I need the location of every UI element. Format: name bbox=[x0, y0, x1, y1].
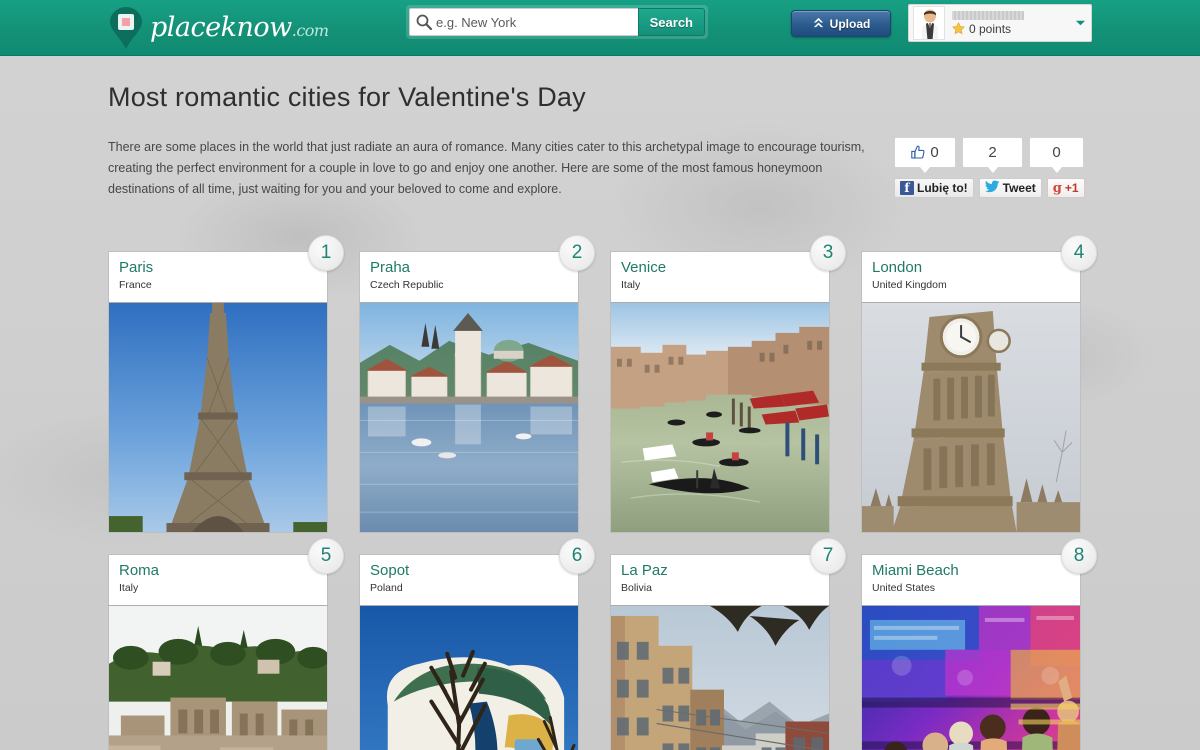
facebook-like-button[interactable]: f Lubię to! bbox=[894, 178, 974, 198]
article-description: There are some places in the world that … bbox=[108, 140, 865, 196]
facebook-like-count: 0 bbox=[930, 144, 939, 161]
card-rank-badge: 1 bbox=[308, 235, 344, 271]
google-plus-icon: g bbox=[1052, 180, 1062, 196]
star-icon bbox=[952, 22, 965, 35]
card-rank-badge: 2 bbox=[559, 235, 595, 271]
city-card[interactable]: 6 Sopot Poland bbox=[359, 538, 595, 750]
card-country-name: Bolivia bbox=[621, 582, 652, 594]
social-button-row: f Lubię to! Tweet g +1 bbox=[894, 178, 1085, 198]
googleplus-count-bubble: 0 bbox=[1029, 137, 1084, 168]
card-rank-badge: 4 bbox=[1061, 235, 1097, 271]
city-card[interactable]: 1 Paris France bbox=[108, 235, 344, 533]
upload-button[interactable]: Upload bbox=[791, 10, 891, 37]
city-card[interactable]: 7 La Paz Bolivia bbox=[610, 538, 846, 750]
googleplus-plusone-label: +1 bbox=[1064, 181, 1079, 195]
card-country-name: Czech Republic bbox=[370, 279, 444, 291]
social-share-widget: 0 2 0 f Lubię to! Tweet g +1 bbox=[894, 137, 1085, 198]
twitter-tweet-label: Tweet bbox=[1002, 181, 1036, 195]
card-country-name: France bbox=[119, 279, 152, 291]
user-menu[interactable]: 0 points bbox=[908, 4, 1092, 42]
card-rank-badge: 3 bbox=[810, 235, 846, 271]
card-city-name: Paris bbox=[119, 259, 154, 276]
card-city-name: Sopot bbox=[370, 562, 410, 579]
card-city-name: Venice bbox=[621, 259, 667, 276]
card-rank-badge: 6 bbox=[559, 538, 595, 574]
chevron-up-double-icon bbox=[812, 16, 825, 32]
twitter-tweet-button[interactable]: Tweet bbox=[978, 178, 1042, 198]
card-header: La Paz Bolivia bbox=[610, 554, 830, 606]
search-bar: Search bbox=[406, 5, 708, 39]
card-city-name: London bbox=[872, 259, 923, 276]
user-points: 0 points bbox=[952, 22, 1073, 36]
search-field-container[interactable] bbox=[409, 8, 638, 36]
intro-row: There are some places in the world that … bbox=[108, 137, 1092, 200]
city-card[interactable]: 3 Venice Italy bbox=[610, 235, 846, 533]
chevron-down-icon[interactable] bbox=[1073, 19, 1087, 27]
site-logo[interactable]: placeknow.com bbox=[104, 0, 329, 56]
city-card[interactable]: 5 Roma Italy bbox=[108, 538, 344, 750]
user-avatar-icon bbox=[913, 6, 945, 40]
user-meta: 0 points bbox=[945, 10, 1073, 36]
page-title: Most romantic cities for Valentine's Day bbox=[108, 82, 586, 112]
card-country-name: Italy bbox=[119, 582, 139, 594]
facebook-thumbs-up-icon bbox=[911, 145, 926, 160]
crooked-house-photo bbox=[359, 606, 579, 750]
facebook-like-label: Lubię to! bbox=[917, 181, 968, 195]
logo-domain-suffix: .com bbox=[291, 21, 329, 40]
card-rank-badge: 8 bbox=[1061, 538, 1097, 574]
site-header: placeknow.com Search Upload bbox=[0, 0, 1200, 56]
card-city-name: Roma bbox=[119, 562, 160, 579]
twitter-tweet-count: 2 bbox=[988, 144, 997, 161]
miami-beach-nightlife-photo bbox=[861, 606, 1081, 750]
username-redacted bbox=[952, 10, 1024, 20]
la-paz-street-photo bbox=[610, 606, 830, 750]
venice-grand-canal-photo bbox=[610, 303, 830, 533]
city-card[interactable]: 8 Miami Beach United States bbox=[861, 538, 1097, 750]
card-header: Roma Italy bbox=[108, 554, 328, 606]
upload-button-label: Upload bbox=[829, 16, 871, 31]
facebook-icon: f bbox=[900, 181, 914, 195]
search-input[interactable] bbox=[436, 10, 638, 34]
card-header: Miami Beach United States bbox=[861, 554, 1081, 606]
eiffel-tower-photo bbox=[108, 303, 328, 533]
card-country-name: United States bbox=[872, 582, 936, 594]
card-header: Venice Italy bbox=[610, 251, 830, 303]
twitter-tweet-count-bubble: 2 bbox=[962, 137, 1023, 168]
card-header: Paris France bbox=[108, 251, 328, 303]
map-pin-icon bbox=[104, 3, 148, 51]
googleplus-count: 0 bbox=[1052, 144, 1061, 161]
facebook-like-count-bubble: 0 bbox=[894, 137, 956, 168]
twitter-bird-icon bbox=[984, 180, 1000, 196]
card-header: Sopot Poland bbox=[359, 554, 579, 606]
social-count-row: 0 2 0 bbox=[894, 137, 1084, 168]
card-city-name: Praha bbox=[370, 259, 411, 276]
city-card-grid: 1 Paris France 2 Praha Czech Republic 3 … bbox=[108, 235, 1097, 750]
card-city-name: La Paz bbox=[621, 562, 668, 579]
search-button[interactable]: Search bbox=[637, 8, 705, 36]
card-rank-badge: 5 bbox=[308, 538, 344, 574]
card-header: London United Kingdom bbox=[861, 251, 1081, 303]
city-card[interactable]: 2 Praha Czech Republic bbox=[359, 235, 595, 533]
card-country-name: United Kingdom bbox=[872, 279, 947, 291]
logo-wordmark: placeknow.com bbox=[150, 12, 329, 43]
card-country-name: Poland bbox=[370, 582, 403, 594]
roman-forum-photo bbox=[108, 606, 328, 750]
googleplus-plusone-button[interactable]: g +1 bbox=[1046, 178, 1085, 198]
card-rank-badge: 7 bbox=[810, 538, 846, 574]
user-points-label: 0 points bbox=[969, 21, 1012, 36]
city-card[interactable]: 4 London United Kingdom bbox=[861, 235, 1097, 533]
search-icon bbox=[415, 13, 433, 31]
card-header: Praha Czech Republic bbox=[359, 251, 579, 303]
prague-riverfront-photo bbox=[359, 303, 579, 533]
main-content: Most romantic cities for Valentine's Day… bbox=[0, 82, 1200, 750]
card-city-name: Miami Beach bbox=[872, 562, 959, 579]
card-country-name: Italy bbox=[621, 279, 641, 291]
big-ben-photo bbox=[861, 303, 1081, 533]
